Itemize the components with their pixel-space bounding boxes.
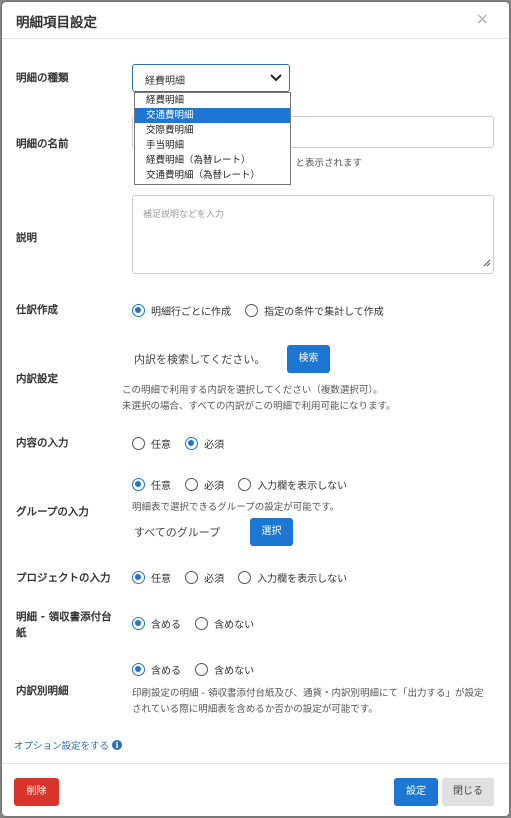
breakdown-help-1: この明細で利用する内訳を選択してください（複数選択可）。 (122, 385, 383, 396)
modal-title: 明細項目設定 (16, 15, 97, 31)
breakdown-detail-option-exclude[interactable]: 含めない (195, 662, 254, 677)
content-input-radio-group: 任意 必須 (132, 435, 233, 453)
receipt-option-include[interactable]: 含める (132, 616, 181, 631)
info-icon: i (112, 740, 123, 750)
journal-option-aggregate[interactable]: 指定の条件で集計して作成 (245, 303, 384, 318)
description-textarea[interactable]: 補足説明などを入力 (132, 195, 494, 274)
radio-unchecked-icon (245, 304, 259, 317)
group-select-button[interactable]: 選択 (250, 518, 293, 546)
kind-option[interactable]: 経費明細 (135, 93, 290, 108)
close-button[interactable]: 閉じる (442, 778, 494, 806)
description-label: 説明 (16, 232, 37, 244)
save-button[interactable]: 設定 (394, 778, 438, 806)
project-input-label: プロジェクトの入力 (16, 572, 111, 584)
radio-checked-icon (132, 571, 145, 584)
radio-checked-icon (132, 663, 145, 676)
content-option-required[interactable]: 必須 (185, 436, 224, 451)
content-option-optional[interactable]: 任意 (132, 436, 171, 451)
kind-option[interactable]: 交通費明細（為替レート） (135, 168, 290, 183)
modal-footer: 削除 設定 閉じる (2, 763, 509, 816)
item-settings-modal: 明細項目設定 × 明細の種類 経費明細 経費明細 交通費明細 交際費明細 手当明… (2, 2, 509, 816)
receipt-radio-group: 含める 含めない (132, 615, 263, 633)
journal-label: 仕訳作成 (16, 304, 58, 316)
radio-unchecked-icon (195, 617, 209, 630)
group-option-optional[interactable]: 任意 (132, 477, 171, 492)
name-hint: 』と表示されます (286, 158, 363, 169)
delete-button[interactable]: 削除 (14, 778, 59, 806)
kind-label: 明細の種類 (16, 72, 69, 84)
radio-unchecked-icon (185, 478, 199, 491)
kind-option-highlighted[interactable]: 交通費明細 (135, 108, 290, 123)
project-option-optional[interactable]: 任意 (132, 570, 171, 585)
radio-unchecked-icon (185, 571, 199, 584)
radio-checked-icon (132, 478, 145, 491)
radio-unchecked-icon (195, 663, 209, 676)
breakdown-detail-option-include[interactable]: 含める (132, 662, 181, 677)
breakdown-detail-radio-group: 含める 含めない (132, 661, 263, 679)
all-groups-text: すべてのグループ (134, 526, 221, 539)
name-label: 明細の名前 (16, 138, 69, 150)
kind-dropdown-list: 経費明細 交通費明細 交際費明細 手当明細 経費明細（為替レート） 交通費明細（… (134, 92, 291, 185)
project-option-required[interactable]: 必須 (185, 570, 224, 585)
kind-option[interactable]: 交際費明細 (135, 123, 290, 138)
kind-option[interactable]: 経費明細（為替レート） (135, 153, 290, 168)
radio-checked-icon (132, 617, 145, 630)
receipt-option-exclude[interactable]: 含めない (195, 616, 254, 631)
project-input-radio-group: 任意 必須 入力欄を表示しない (132, 569, 356, 587)
group-input-radio-group: 任意 必須 入力欄を表示しない (132, 476, 356, 494)
close-icon[interactable]: × (476, 9, 489, 28)
breakdown-help-2: 未選択の場合、すべての内訳がこの明細で利用可能になります。 (122, 401, 396, 412)
resize-handle-icon[interactable] (483, 252, 491, 271)
description-placeholder: 補足説明などを入力 (143, 210, 225, 220)
kind-selected-value: 経費明細 (145, 76, 185, 87)
group-help: 明細表で選択できるグループの設定が可能です。 (132, 502, 340, 513)
journal-option-per-line[interactable]: 明細行ごとに作成 (132, 303, 231, 318)
radio-unchecked-icon (238, 478, 252, 491)
receipt-label-1: 明細 - 領収書添付台 (16, 611, 112, 623)
chevron-down-icon (265, 67, 287, 93)
radio-unchecked-icon (238, 571, 252, 584)
modal-header: 明細項目設定 × (2, 2, 509, 39)
kind-option[interactable]: 手当明細 (135, 138, 290, 153)
breakdown-search-button[interactable]: 検索 (287, 345, 330, 373)
group-input-label: グループの入力 (16, 506, 89, 518)
project-option-hidden[interactable]: 入力欄を表示しない (238, 570, 347, 585)
content-input-label: 内容の入力 (16, 437, 69, 449)
breakdown-label: 内訳設定 (16, 373, 58, 385)
breakdown-detail-help-2: されている際に明細表を含めるか否かの設定が可能です。 (132, 704, 378, 715)
breakdown-detail-help-1: 印刷設定の明細 - 領収書添付台紙及び、通貨・内訳別明細にて「出力する」が設定 (132, 688, 484, 699)
breakdown-search-text: 内訳を検索してください。 (134, 353, 266, 366)
group-option-required[interactable]: 必須 (185, 477, 224, 492)
journal-radio-group: 明細行ごとに作成 指定の条件で集計して作成 (132, 302, 393, 320)
option-settings-link[interactable]: オプション設定をする i (14, 738, 123, 752)
radio-unchecked-icon (132, 437, 145, 450)
receipt-label-2: 紙 (16, 627, 27, 639)
breakdown-detail-label: 内訳別明細 (16, 685, 69, 697)
radio-checked-icon (132, 304, 145, 317)
group-option-hidden[interactable]: 入力欄を表示しない (238, 477, 347, 492)
kind-select[interactable]: 経費明細 (132, 64, 290, 92)
radio-checked-icon (185, 437, 199, 450)
